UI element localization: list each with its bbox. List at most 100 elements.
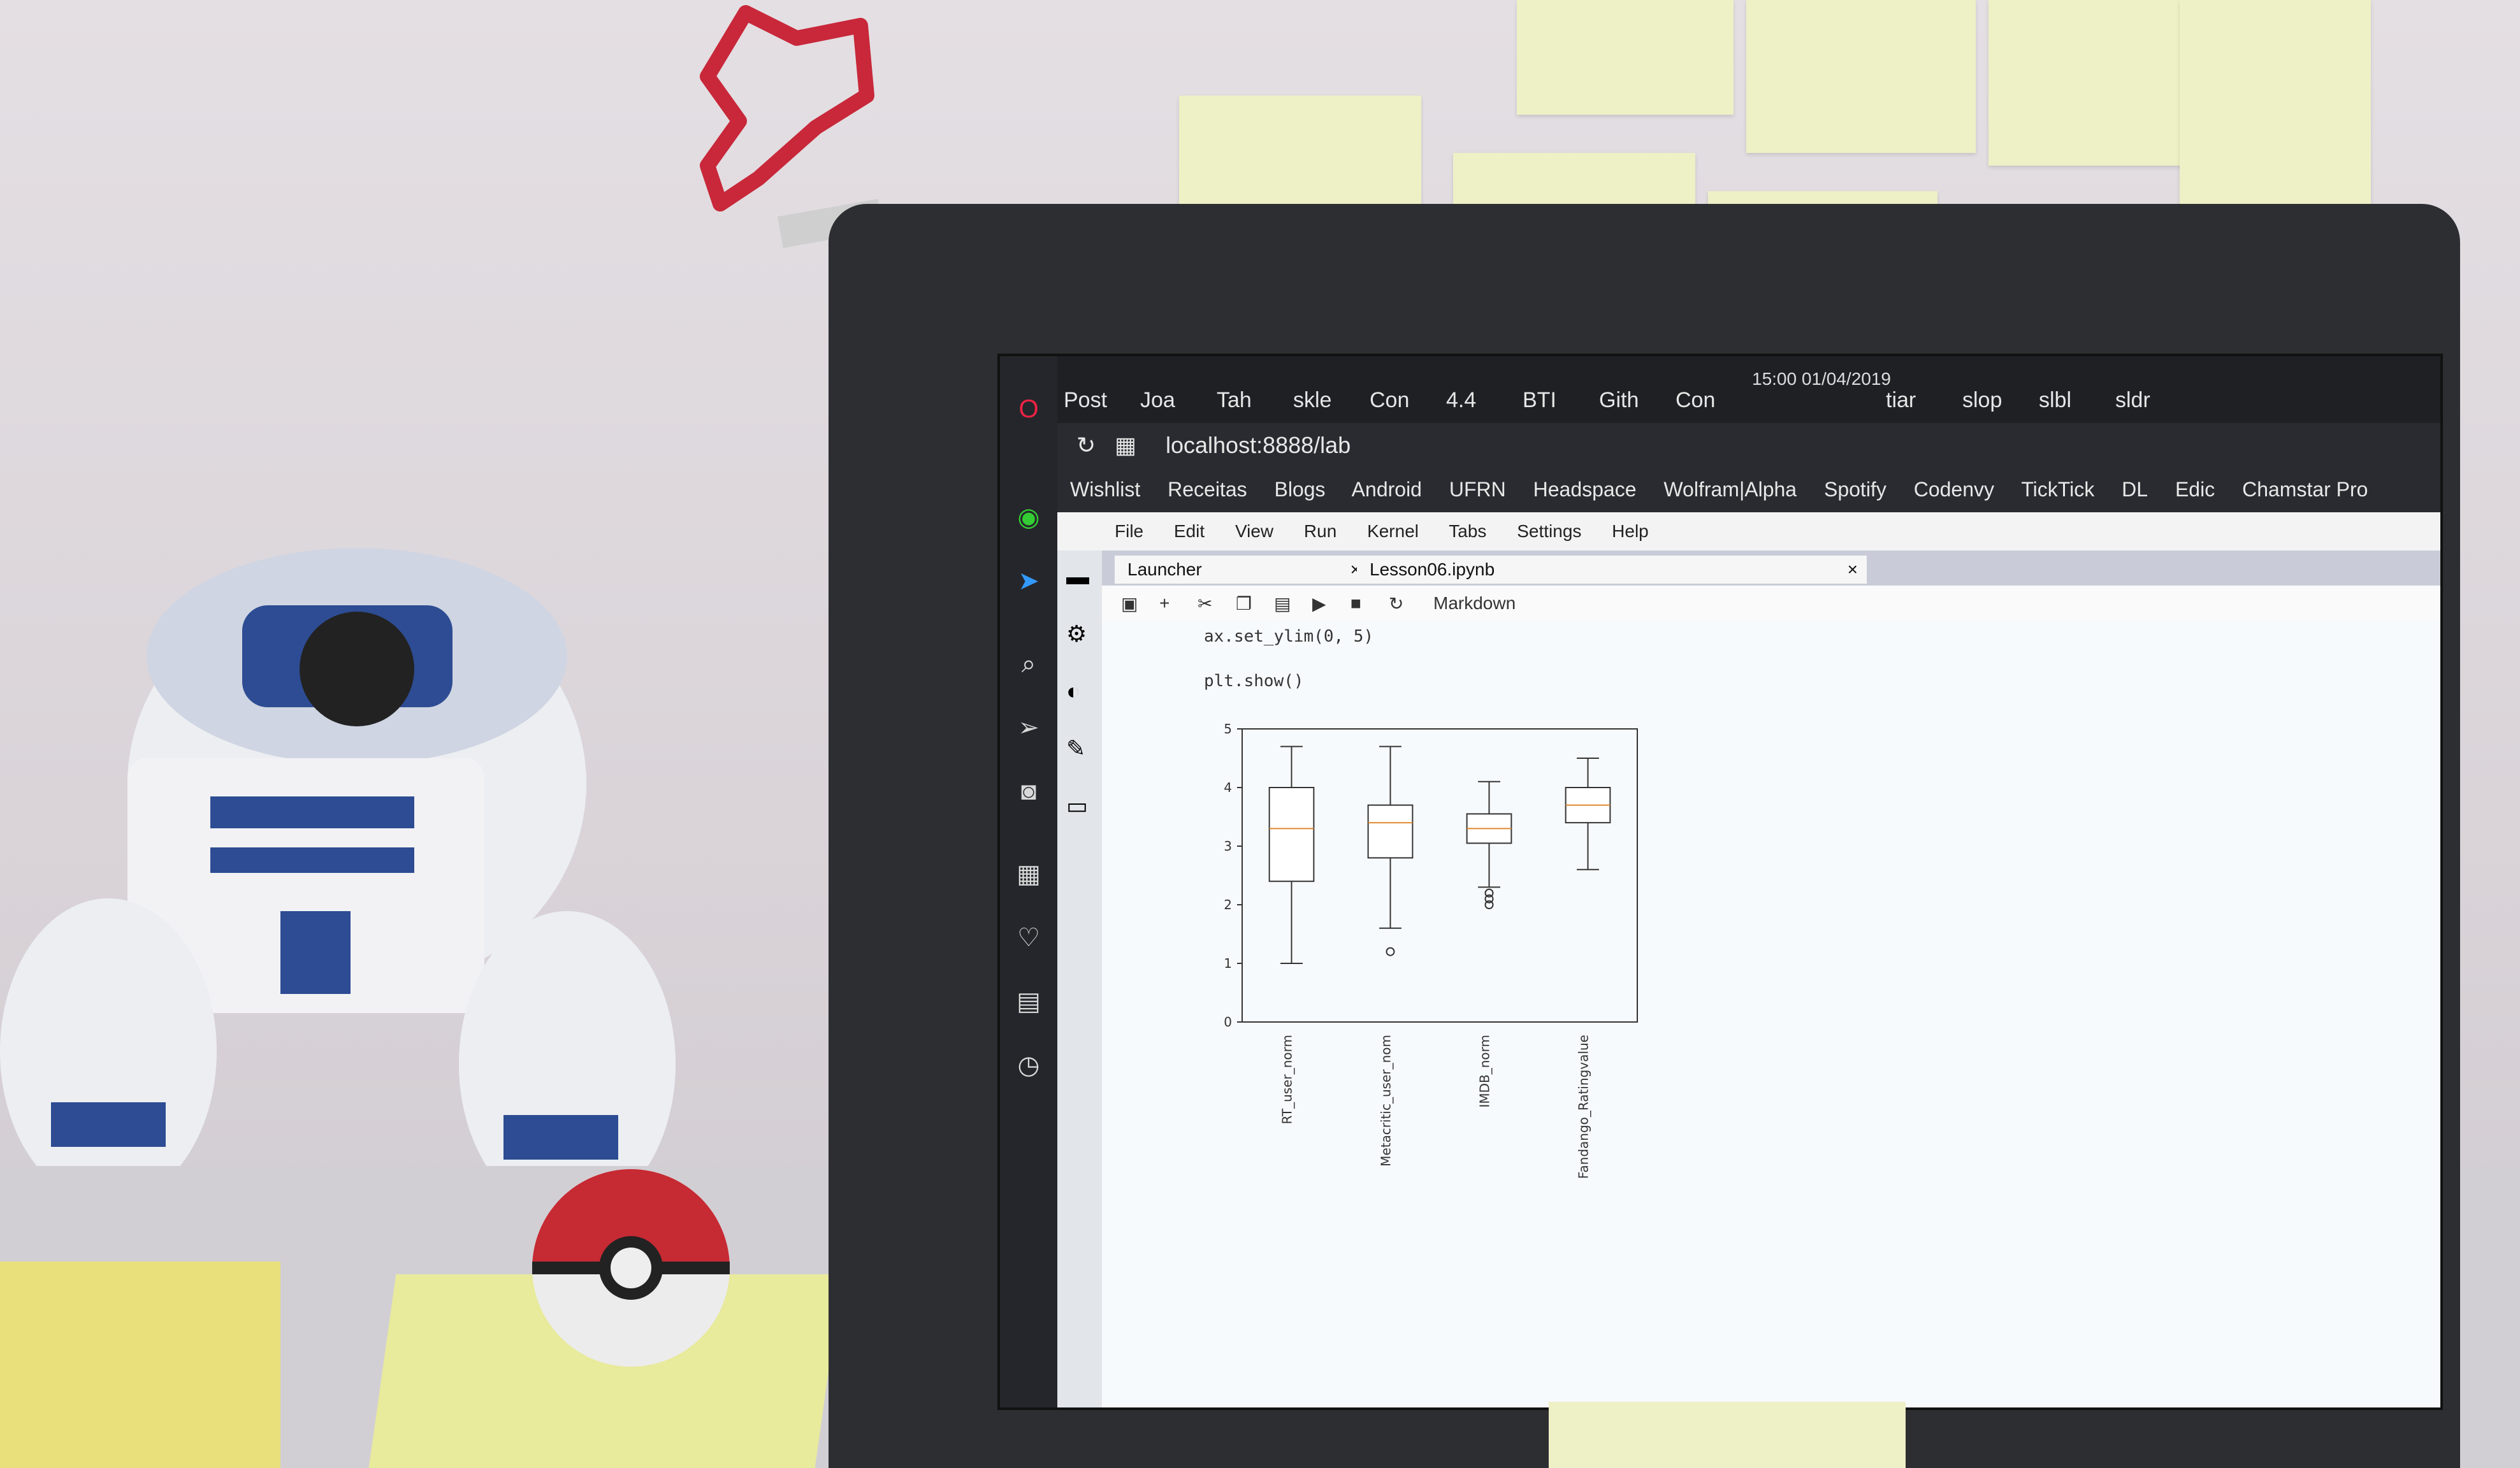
- running-icon[interactable]: ⚙: [1066, 621, 1087, 647]
- browser-tab[interactable]: Con: [1370, 388, 1409, 413]
- browser-tab[interactable]: sldr: [2115, 388, 2150, 413]
- news-icon[interactable]: ▤: [1014, 987, 1043, 1016]
- browser-tab[interactable]: Tah: [1217, 388, 1252, 413]
- menu-help[interactable]: Help: [1612, 521, 1649, 541]
- send-icon[interactable]: ➢: [1014, 713, 1043, 742]
- jupyter-menu-bar: File Edit View Run Kernel Tabs Settings …: [1057, 512, 2440, 550]
- y-tick-label: 2: [1224, 897, 1232, 912]
- menu-kernel[interactable]: Kernel: [1367, 521, 1419, 541]
- bookmark-item[interactable]: Headspace: [1533, 478, 1637, 501]
- restart-icon[interactable]: ↻: [1389, 593, 1403, 614]
- code-line: ax.set_ylim(0, 5): [1204, 627, 1374, 646]
- bookmark-item[interactable]: TickTick: [2021, 478, 2094, 501]
- box-body: [1367, 804, 1414, 859]
- close-icon[interactable]: ×: [1848, 556, 1858, 584]
- cell-type-select[interactable]: Markdown: [1433, 593, 1516, 614]
- clock: 15:00 01/04/2019: [1752, 369, 1891, 389]
- menu-view[interactable]: View: [1235, 521, 1273, 541]
- y-tick-label: 5: [1224, 721, 1232, 737]
- menu-settings[interactable]: Settings: [1517, 521, 1581, 541]
- bookmark-item[interactable]: UFRN: [1449, 478, 1506, 501]
- sticky-note: [1988, 0, 2192, 166]
- menu-edit[interactable]: Edit: [1174, 521, 1205, 541]
- wrench-icon[interactable]: ✎: [1066, 735, 1085, 762]
- bookmark-item[interactable]: DL: [2122, 478, 2148, 501]
- notebook-toolbar: ▣ + ✂ ❐ ▤ ▶ ■ ↻ Markdown: [1102, 586, 2440, 621]
- bookmark-item[interactable]: Wolfram|Alpha: [1663, 478, 1797, 501]
- opera-logo-icon[interactable]: O: [1014, 394, 1043, 424]
- box-outlier: [1386, 947, 1395, 956]
- folder-icon[interactable]: ▬: [1066, 563, 1089, 590]
- browser-tab[interactable]: Con: [1676, 388, 1715, 413]
- y-tick-label: 3: [1224, 838, 1232, 854]
- search-icon[interactable]: ⌕: [1014, 649, 1043, 679]
- tab-grid-icon[interactable]: ▦: [1115, 432, 1136, 459]
- url-field[interactable]: localhost:8888/lab: [1166, 432, 1351, 459]
- y-tick-label: 0: [1224, 1014, 1232, 1030]
- browser-tab[interactable]: Post: [1064, 388, 1107, 413]
- browser-tab[interactable]: 4.4: [1446, 388, 1476, 413]
- bookmark-item[interactable]: Edic: [2175, 478, 2215, 501]
- bookmark-item[interactable]: Receitas: [1168, 478, 1247, 501]
- sticky-note: [2180, 0, 2371, 210]
- tab-launcher[interactable]: Launcher ×: [1115, 556, 1370, 584]
- bookmark-item[interactable]: Chamstar Pro: [2242, 478, 2368, 501]
- yellow-notebook: [0, 1262, 280, 1468]
- browser-tab[interactable]: BTI: [1523, 388, 1556, 413]
- jupyter-left-sidebar: ▬ ⚙ ◐ ✎ ▭: [1057, 550, 1102, 1407]
- tabs-icon[interactable]: ▭: [1066, 793, 1088, 819]
- x-tick-label: IMDB_norm: [1477, 1035, 1493, 1108]
- browser-tab[interactable]: skle: [1293, 388, 1331, 413]
- bookmark-item[interactable]: Wishlist: [1070, 478, 1140, 501]
- browser-tab[interactable]: Joa: [1140, 388, 1175, 413]
- sticky-note: [1549, 1402, 1906, 1468]
- browser-tab[interactable]: tiar: [1886, 388, 1916, 413]
- menu-file[interactable]: File: [1115, 521, 1143, 541]
- x-tick-label: Metacritic_user_nom: [1379, 1035, 1394, 1167]
- sticky-note: [1746, 0, 1976, 153]
- bookmark-item[interactable]: Blogs: [1275, 478, 1326, 501]
- cut-icon[interactable]: ✂: [1198, 593, 1212, 614]
- browser-tab[interactable]: slop: [1962, 388, 2002, 413]
- opera-sidebar: O ◉ ➤ ⌕ ➢ ◙ ▦ ♡ ▤ ◷: [1000, 356, 1057, 1407]
- jupyter-tab-bar: Launcher × Lesson06.ipynb ×: [1102, 550, 2440, 586]
- whatsapp-icon[interactable]: ◉: [1014, 503, 1043, 532]
- save-icon[interactable]: ▣: [1121, 593, 1138, 614]
- address-bar: ↻ ▦ localhost:8888/lab: [1057, 423, 2440, 468]
- tab-notebook[interactable]: Lesson06.ipynb ×: [1357, 556, 1867, 584]
- boxplot-chart: 0 1 2 3 4 5 RT_user_norm Metacritic_user_nom IMD…: [1224, 721, 1638, 1179]
- telegram-icon[interactable]: ➤: [1014, 566, 1043, 596]
- stop-icon[interactable]: ■: [1351, 593, 1361, 614]
- bookmark-item[interactable]: Spotify: [1824, 478, 1886, 501]
- add-cell-icon[interactable]: +: [1159, 593, 1169, 614]
- x-tick-label: Fandango_Ratingvalue: [1576, 1035, 1591, 1179]
- reload-icon[interactable]: ↻: [1076, 432, 1096, 459]
- run-icon[interactable]: ▶: [1312, 593, 1326, 614]
- heart-icon[interactable]: ♡: [1014, 923, 1043, 953]
- bookmark-item[interactable]: Codenvy: [1914, 478, 1994, 501]
- history-icon[interactable]: ◷: [1014, 1051, 1043, 1080]
- browser-tab-strip: 15:00 01/04/2019 Post Joa Tah skle Con 4…: [1057, 356, 2440, 423]
- pokeball: [532, 1169, 730, 1367]
- menu-tabs[interactable]: Tabs: [1449, 521, 1486, 541]
- bookmark-item[interactable]: Android: [1352, 478, 1422, 501]
- y-tick-label: 4: [1224, 780, 1232, 795]
- tab-notebook-label: Lesson06.ipynb: [1370, 559, 1495, 579]
- grid-icon[interactable]: ▦: [1014, 860, 1043, 889]
- sticky-note: [1517, 0, 1734, 115]
- palette-icon[interactable]: ◐: [1066, 678, 1080, 705]
- bookmarks-bar: Wishlist Receitas Blogs Android UFRN Hea…: [1057, 468, 2440, 512]
- paste-icon[interactable]: ▤: [1274, 593, 1291, 614]
- camera-icon[interactable]: ◙: [1014, 777, 1043, 806]
- browser-tab[interactable]: Gith: [1599, 388, 1639, 413]
- notebook-cell-area: ax.set_ylim(0, 5) plt.show() 0 1 2 3 4 5 RT_us…: [1102, 621, 2440, 1407]
- code-line: plt.show(): [1204, 672, 1304, 691]
- menu-run[interactable]: Run: [1304, 521, 1336, 541]
- browser-tab[interactable]: slbl: [2039, 388, 2071, 413]
- x-tick-label: RT_user_norm: [1280, 1035, 1295, 1125]
- copy-icon[interactable]: ❐: [1236, 593, 1252, 614]
- tab-launcher-label: Launcher: [1127, 559, 1202, 579]
- laptop-screen: O ◉ ➤ ⌕ ➢ ◙ ▦ ♡ ▤ ◷ 15:00 01/04/2019 Pos…: [997, 354, 2443, 1410]
- box-body: [1268, 787, 1315, 882]
- y-tick-label: 1: [1224, 956, 1232, 971]
